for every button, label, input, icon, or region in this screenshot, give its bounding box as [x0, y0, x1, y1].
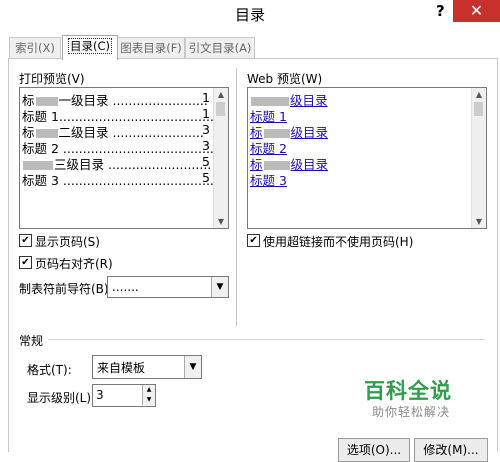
print-preview-scrollbar[interactable]: ▲ ▼: [213, 88, 228, 228]
print-preview-box[interactable]: 标一级目录 ........................ 1 标题 1....…: [19, 87, 229, 229]
redacted-block: [263, 161, 290, 170]
scroll-down-icon[interactable]: ▼: [214, 217, 228, 226]
dialog-title: 目录: [234, 6, 265, 24]
chevron-down-icon[interactable]: ▼: [211, 277, 228, 297]
web-link-text: 级目录: [290, 125, 329, 140]
scroll-thumb[interactable]: [216, 102, 225, 116]
levels-spinner[interactable]: 3 ▲ ▼: [92, 384, 156, 407]
print-line-page: 1: [202, 90, 210, 105]
show-page-numbers-checkbox[interactable]: ✔: [19, 234, 32, 247]
web-link[interactable]: 标题 3: [250, 170, 287, 189]
general-divider: [48, 339, 485, 340]
format-value: 来自模板: [97, 361, 146, 375]
tab-leader-label: 制表符前导符(B):: [19, 282, 113, 296]
web-preview-label: Web 预览(W): [247, 72, 323, 86]
levels-value: 3: [96, 388, 104, 402]
redacted-block: [35, 97, 58, 106]
right-align-checkbox[interactable]: ✔: [19, 256, 32, 269]
modify-button[interactable]: 修改(M)...: [414, 438, 488, 462]
print-preview-label: 打印预览(V): [19, 72, 85, 86]
tab-leader-dropdown[interactable]: ....... ▼: [107, 276, 229, 298]
general-section-label: 常规: [19, 334, 44, 348]
web-preview-box[interactable]: 级目录 标题 1 标级目录 标题 2 标级目录 标题 3 ▲ ▼: [247, 87, 487, 229]
tab-toc[interactable]: 目录(C): [62, 35, 118, 60]
watermark-title: 百科全说: [364, 379, 452, 403]
print-line-page: 5: [202, 170, 210, 185]
chevron-down-icon[interactable]: ▼: [184, 356, 201, 378]
close-button[interactable]: ✕: [453, 0, 500, 22]
use-hyperlinks-label: 使用超链接而不使用页码(H): [263, 235, 414, 249]
web-link-text: 级目录: [290, 93, 328, 108]
levels-label: 显示级别(L):: [27, 391, 96, 405]
show-page-numbers-label: 显示页码(S): [35, 235, 100, 249]
web-link-text: 级目录: [290, 157, 329, 172]
redacted-block: [35, 129, 58, 138]
help-icon[interactable]: ?: [436, 2, 445, 20]
right-align-label: 页码右对齐(R): [35, 257, 113, 271]
tab-index[interactable]: 索引(X): [9, 37, 61, 58]
tab-strip: 索引(X) 目录(C) 图表目录(F) 引文目录(A): [0, 35, 500, 60]
title-bar: 目录 ? ✕: [0, 0, 500, 28]
redacted-block: [263, 129, 290, 138]
print-line-page: 3: [202, 122, 210, 137]
redacted-block: [251, 97, 289, 106]
print-line-text: 标题 3 ...................................…: [22, 173, 226, 188]
print-line-page: 1: [202, 106, 210, 121]
tab-toc-label: 目录(C): [67, 38, 112, 54]
column-divider: [236, 68, 237, 326]
spin-down-icon[interactable]: ▼: [142, 395, 155, 405]
use-hyperlinks-checkbox[interactable]: ✔: [247, 234, 260, 247]
scroll-down-icon[interactable]: ▼: [472, 217, 486, 226]
print-line: 标题 3 ...................................…: [22, 170, 226, 189]
tab-figures[interactable]: 图表目录(F): [117, 37, 185, 58]
options-button[interactable]: 选项(O)...: [338, 438, 410, 462]
scroll-thumb[interactable]: [474, 102, 483, 116]
tab-authorities[interactable]: 引文目录(A): [185, 37, 255, 58]
watermark-subtitle: 助你轻松解决: [372, 405, 451, 419]
web-preview-scrollbar[interactable]: ▲ ▼: [471, 88, 486, 228]
format-label: 格式(T):: [27, 363, 72, 377]
print-line-page: 3: [202, 138, 210, 153]
scroll-up-icon[interactable]: ▲: [472, 90, 486, 99]
redacted-block: [23, 161, 53, 170]
print-line-page: 5: [202, 154, 210, 169]
scroll-up-icon[interactable]: ▲: [214, 90, 228, 99]
tab-leader-value: .......: [112, 280, 139, 294]
format-dropdown[interactable]: 来自模板 ▼: [92, 355, 202, 379]
